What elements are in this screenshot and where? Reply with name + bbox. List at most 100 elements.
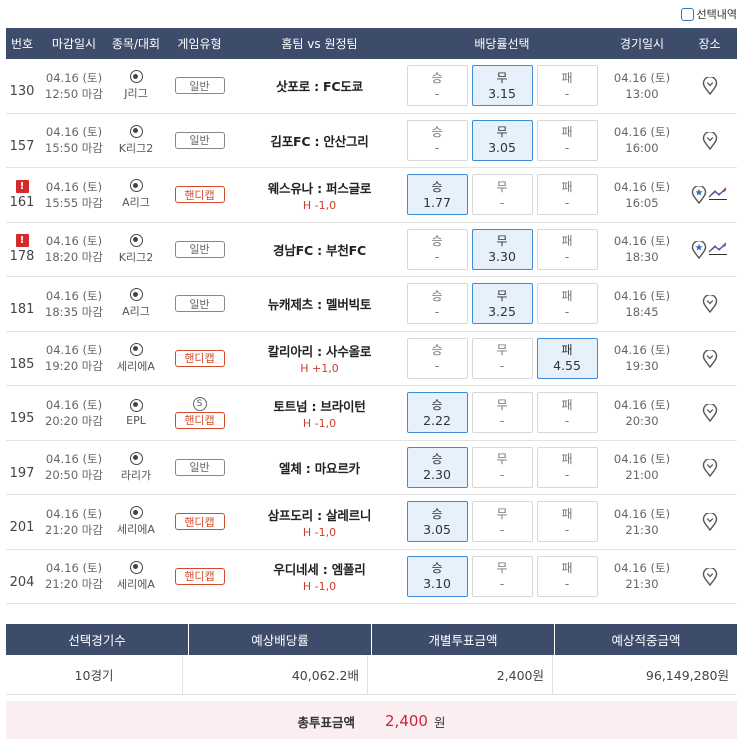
game-type-cell: 핸디캡 xyxy=(162,495,237,549)
select-history-toggle[interactable]: 선택내역 xyxy=(680,6,737,22)
match-datetime-cell: 04.16 (토) 18:30 xyxy=(602,223,682,277)
league-cell: J리그 xyxy=(110,59,162,113)
odds-lose-button[interactable]: 패- xyxy=(536,501,598,543)
game-type-badge: 일반 xyxy=(174,131,225,149)
deadline-date: 04.16 (토) xyxy=(45,561,103,576)
map-pin-icon[interactable] xyxy=(702,349,718,368)
odds-lose-button[interactable]: 패- xyxy=(536,446,598,488)
alert-icon[interactable]: ! xyxy=(15,234,29,248)
match-datetime-cell: 04.16 (토) 21:30 xyxy=(602,550,682,604)
odds-value: - xyxy=(564,303,570,319)
odds-lose-button[interactable]: 패- xyxy=(536,392,598,434)
trend-chart-icon[interactable] xyxy=(708,240,728,259)
odds-value: - xyxy=(499,194,505,210)
odds-draw-button[interactable]: 무- xyxy=(471,555,533,597)
league-cell: K리그2 xyxy=(110,223,162,277)
soccer-ball-icon xyxy=(129,70,143,84)
odds-draw-button[interactable]: 무- xyxy=(471,501,533,543)
place-cell xyxy=(682,277,737,331)
deadline-time: 15:55 마감 xyxy=(45,195,103,210)
game-number-cell: 204 xyxy=(6,550,38,604)
odds-lose-button[interactable]: 패- xyxy=(536,555,598,597)
odds-win-button[interactable]: 승- xyxy=(406,283,468,325)
odds-label: 승 xyxy=(431,179,443,194)
odds-win-button[interactable]: 승 1.77 xyxy=(406,174,468,216)
match-datetime-cell: 04.16 (토) 21:30 xyxy=(602,495,682,549)
odds-lose-button[interactable]: 패 4.55 xyxy=(536,337,598,379)
odds-win-button[interactable]: 승 3.05 xyxy=(406,501,468,543)
soccer-ball-icon xyxy=(129,451,143,465)
odds-win-button[interactable]: 승- xyxy=(406,119,468,161)
odds-label: 패 xyxy=(561,343,573,358)
map-pin-icon[interactable] xyxy=(702,513,718,532)
odds-draw-button[interactable]: 무- xyxy=(471,174,533,216)
game-number: 204 xyxy=(9,574,35,590)
odds-label: 패 xyxy=(561,452,573,467)
map-pin-icon[interactable] xyxy=(702,458,718,477)
select-history-label: 선택내역 xyxy=(696,8,737,21)
match-teams: 칼리아리 : 사수올로 xyxy=(267,344,372,360)
odds-win-button[interactable]: 승 2.30 xyxy=(406,446,468,488)
odds-lose-button[interactable]: 패- xyxy=(536,283,598,325)
map-pin-icon[interactable] xyxy=(702,131,718,150)
game-type-badge: 핸디캡 xyxy=(174,186,225,204)
map-pin-icon[interactable] xyxy=(702,404,718,423)
match-date: 04.16 (토) xyxy=(613,234,671,249)
deadline-time: 18:20 마감 xyxy=(45,250,103,265)
odds-lose-button[interactable]: 패- xyxy=(536,228,598,270)
select-history-checkbox[interactable] xyxy=(680,7,694,21)
league-name: A리그 xyxy=(122,196,150,210)
summary-stake: 2,400원 xyxy=(368,655,553,694)
odds-lose-button[interactable]: 패- xyxy=(536,119,598,161)
odds-value: - xyxy=(499,412,505,428)
soccer-ball-icon xyxy=(129,233,143,247)
match-teams: 경남FC : 부천FC xyxy=(273,242,366,258)
match-cell: 경남FC : 부천FC xyxy=(237,223,402,277)
game-type-badge: 핸디캡 xyxy=(174,349,225,367)
game-number-cell: 157 xyxy=(6,114,38,168)
odds-win-button[interactable]: 승- xyxy=(406,65,468,107)
trend-chart-icon[interactable] xyxy=(708,185,728,204)
odds-draw-button[interactable]: 무 3.05 xyxy=(471,119,533,161)
match-datetime-cell: 04.16 (토) 16:00 xyxy=(602,114,682,168)
soccer-ball-icon xyxy=(129,342,143,356)
odds-win-button[interactable]: 승 2.22 xyxy=(406,392,468,434)
game-number-cell: 181 xyxy=(6,277,38,331)
map-pin-icon[interactable] xyxy=(691,240,707,259)
odds-draw-button[interactable]: 무- xyxy=(471,446,533,488)
game-row: 201 04.16 (토) 21:20 마감 세리에A 핸디캡 삼프도리 : 살레르니 H … xyxy=(6,495,737,550)
match-time: 16:05 xyxy=(625,195,659,210)
odds-draw-button[interactable]: 무- xyxy=(471,392,533,434)
top-bar: 선택내역 xyxy=(0,0,743,28)
odds-lose-button[interactable]: 패- xyxy=(536,65,598,107)
map-pin-icon[interactable] xyxy=(702,77,718,96)
map-pin-icon[interactable] xyxy=(702,567,718,586)
odds-draw-button[interactable]: 무- xyxy=(471,337,533,379)
odds-value: 1.77 xyxy=(423,194,451,210)
odds-draw-button[interactable]: 무 3.15 xyxy=(471,65,533,107)
odds-draw-button[interactable]: 무 3.25 xyxy=(471,283,533,325)
map-pin-icon[interactable] xyxy=(691,186,707,205)
header-no: 번호 xyxy=(10,37,34,51)
game-row: 195 04.16 (토) 20:20 마감 EPL S 핸디캡 토트넘 : 브라이턴 H -… xyxy=(6,386,737,441)
odds-value: 4.55 xyxy=(553,358,581,374)
odds-value: - xyxy=(434,358,440,374)
game-type-badge: 일반 xyxy=(174,458,225,476)
match-cell: 우디네세 : 엠폴리 H -1,0 xyxy=(237,550,402,604)
odds-label: 승 xyxy=(431,561,443,576)
league-name: 세리에A xyxy=(117,577,155,591)
odds-value: - xyxy=(434,249,440,265)
deadline-cell: 04.16 (토) 15:55 마감 xyxy=(38,168,110,222)
map-pin-icon[interactable] xyxy=(702,295,718,314)
odds-win-button[interactable]: 승- xyxy=(406,228,468,270)
odds-lose-button[interactable]: 패- xyxy=(536,174,598,216)
match-time: 20:30 xyxy=(625,413,659,428)
bet-summary: 선택경기수 예상배당률 개별투표금액 예상적중금액 10경기 40,062.2배… xyxy=(6,624,737,739)
odds-draw-button[interactable]: 무 3.30 xyxy=(471,228,533,270)
soccer-ball-icon xyxy=(129,179,143,193)
league-cell: A리그 xyxy=(110,168,162,222)
alert-icon[interactable]: ! xyxy=(15,179,29,193)
odds-win-button[interactable]: 승 3.10 xyxy=(406,555,468,597)
odds-win-button[interactable]: 승- xyxy=(406,337,468,379)
game-number-cell: ! 161 xyxy=(6,168,38,222)
